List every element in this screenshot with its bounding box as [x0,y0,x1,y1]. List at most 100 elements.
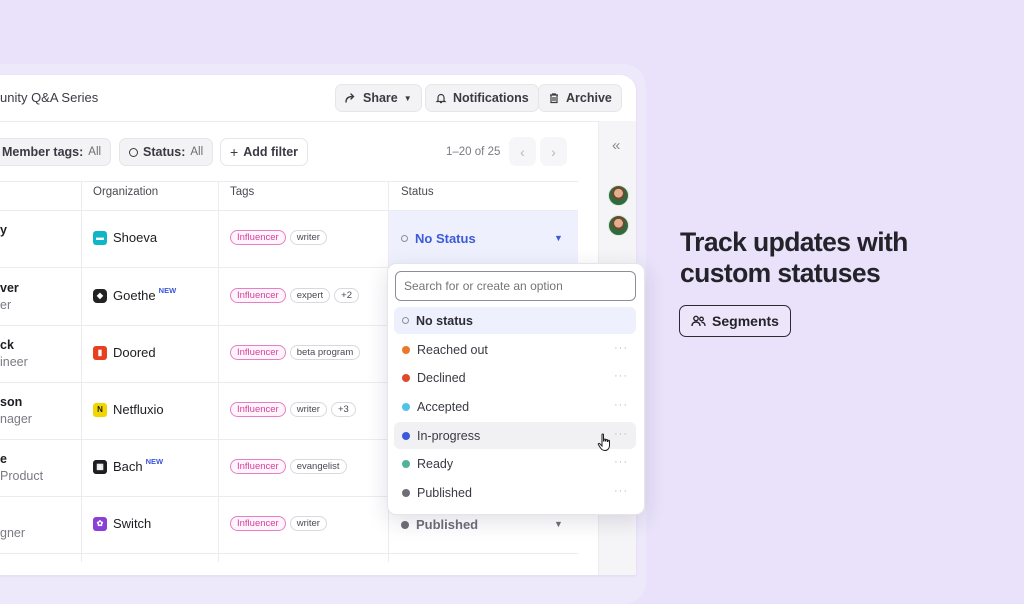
tag-badge[interactable]: Influencer [230,288,286,303]
more-icon[interactable]: ··· [614,428,628,440]
status-option-label: Published [417,485,472,500]
next-page-button[interactable]: › [540,137,567,166]
more-icon[interactable]: ··· [614,485,628,497]
pagination-range: 1–20 of 25 [446,146,501,158]
add-filter-button[interactable]: + Add filter [220,138,309,166]
status-search-input[interactable] [395,271,636,301]
prev-page-button[interactable]: ‹ [509,137,536,166]
status-option-label: Reached out [417,342,488,357]
column-header-organization: Organization [93,186,159,198]
add-filter-label: Add filter [243,145,299,159]
status-circle-icon [129,147,138,157]
tag-badge[interactable]: evangelist [289,459,347,474]
status-dot-icon [402,488,410,497]
chevron-right-icon: › [551,143,556,160]
status-option[interactable]: Reached out ··· [394,336,636,363]
organization-cell: N Netfluxio [93,402,164,417]
table-top-border [0,181,578,182]
status-label: Published [416,517,479,532]
tag-badge[interactable]: writer [289,516,327,531]
member-tags-filter-label: Member tags: [2,145,84,159]
status-option[interactable]: Ready ··· [394,450,636,477]
chevron-down-icon[interactable]: ▼ [554,233,563,243]
segments-button[interactable]: Segments [679,305,791,337]
more-icon[interactable]: ··· [614,399,628,411]
member-role: nager [0,412,32,426]
archive-icon [550,93,558,104]
org-name: Doored [113,345,156,360]
organization-cell: ▮ Doored [93,345,156,360]
tag-badge[interactable]: expert [289,288,331,303]
tags-cell: Influencer writer [230,516,327,531]
status-filter[interactable]: Status: All [119,138,214,166]
users-icon [691,315,706,326]
tags-cell: Influencer writer [230,230,327,245]
tag-badge[interactable]: Influencer [230,402,286,417]
column-header-tags: Tags [230,186,255,198]
status-dot-icon [402,373,410,382]
org-name: Shoeva [113,230,158,245]
tags-cell: Influencer beta program [230,345,361,360]
tag-badge[interactable]: beta program [289,345,361,360]
status-option[interactable]: Declined ··· [394,364,636,391]
more-icon[interactable]: ··· [614,342,628,354]
filter-bar: Member tags: All Status: All + Add filte… [0,121,598,181]
org-name: Goethe [113,288,156,303]
member-role: gner [0,526,26,540]
member-role: er [0,298,12,312]
tags-cell: Influencer expert +2 [230,288,359,303]
notifications-button[interactable]: Notifications [425,84,539,112]
status-label: No Status [415,231,476,246]
organization-cell: ◆ Goethe NEW [93,286,176,303]
more-icon[interactable]: ··· [614,456,628,468]
top-bar: unity Q&A Series Share ▼ Notifications A… [0,75,636,122]
double-chevron-left-icon[interactable]: « [612,137,620,154]
tag-badge[interactable]: Influencer [230,230,286,245]
share-label: Share [363,91,398,105]
more-icon[interactable]: ··· [614,370,628,382]
status-option-label: No status [416,313,473,328]
tag-badge[interactable]: writer [289,230,327,245]
archive-button[interactable]: Archive [538,84,622,112]
notifications-label: Notifications [453,91,529,105]
member-name: ck [0,338,14,352]
pointer-hand-icon [597,433,610,452]
chevron-left-icon: ‹ [520,143,525,160]
chevron-down-icon[interactable]: ▼ [554,519,563,529]
org-logo-icon: ▦ [93,459,107,474]
status-option[interactable]: No status [394,307,636,334]
status-option[interactable]: Published ··· [394,479,636,506]
tag-badge[interactable]: +2 [334,288,359,303]
tag-badge[interactable]: writer [289,402,327,417]
org-logo-icon: ✿ [93,516,107,531]
status-option-label: Accepted [417,399,470,414]
status-cell[interactable]: Published [401,517,478,532]
chevron-down-icon: ▼ [403,93,412,103]
tag-badge[interactable]: Influencer [230,459,286,474]
promo-headline: Track updates with custom statuses [680,227,908,288]
share-button[interactable]: Share ▼ [335,84,422,112]
status-dot-icon [401,520,409,529]
avatar[interactable] [608,215,629,236]
archive-label: Archive [566,91,612,105]
status-dropdown: No status Reached out ··· Declined ··· A… [387,263,645,515]
org-logo-icon: ▮ [93,345,107,360]
member-tags-filter[interactable]: Member tags: All [0,138,112,166]
tag-badge[interactable]: Influencer [230,345,286,360]
status-option[interactable]: Accepted ··· [394,393,636,420]
page-title: unity Q&A Series [0,90,99,105]
bell-icon [435,93,447,104]
member-name: y [0,223,7,237]
organization-cell: ▦ Bach NEW [93,457,164,474]
new-badge: NEW [145,457,164,466]
status-filter-value: All [190,146,204,158]
table-row[interactable]: y ▬ Shoeva Influencer writer No Status ▼ [0,210,578,268]
org-logo-icon: N [93,402,107,417]
tag-badge[interactable]: +3 [330,402,356,417]
member-role: ineer [0,355,28,369]
avatar[interactable] [608,185,629,206]
status-cell[interactable]: No Status [401,231,476,246]
column-header-status: Status [401,186,434,198]
status-option-label: Declined [417,370,466,385]
tag-badge[interactable]: Influencer [230,516,286,531]
